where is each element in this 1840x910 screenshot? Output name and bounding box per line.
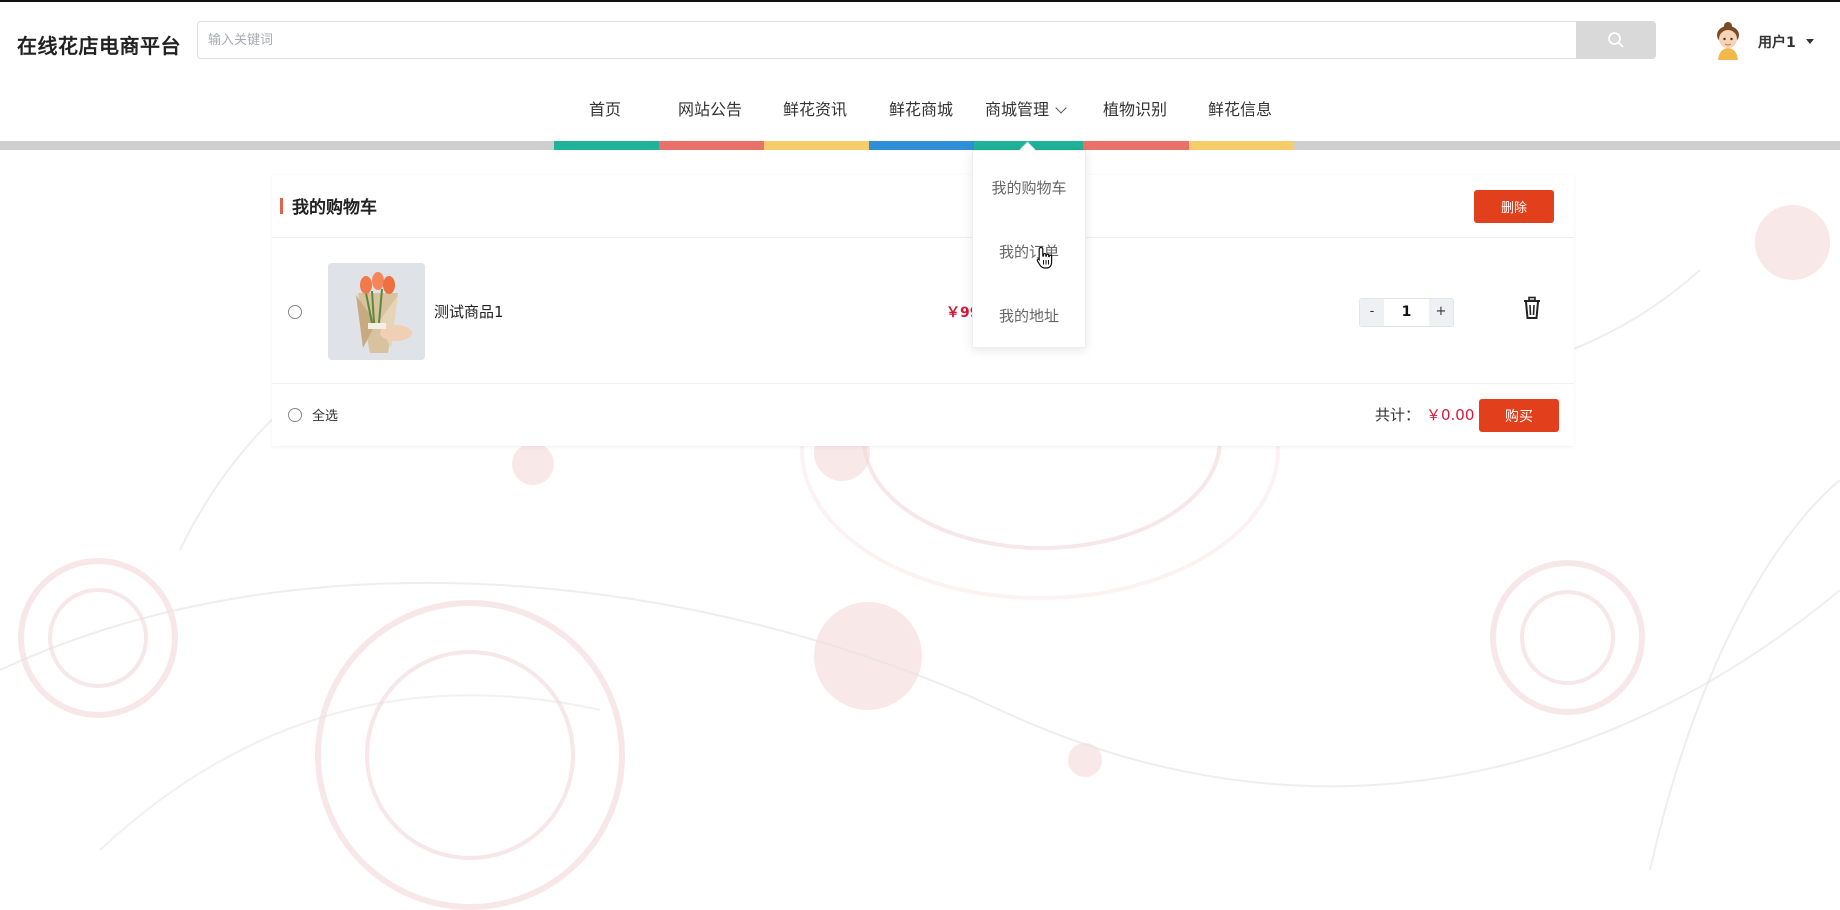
chevron-down-icon (1055, 102, 1067, 114)
search-icon (1608, 32, 1624, 48)
cart-footer: 全选 共计： ￥0.00 购买 (272, 384, 1574, 446)
nav-item-flower-mall[interactable]: 鲜花商城 (889, 96, 953, 120)
search-button[interactable] (1576, 21, 1656, 59)
total-value: ￥0.00 (1426, 406, 1475, 424)
quantity-stepper: - 1 + (1359, 298, 1454, 327)
caret-down-icon[interactable] (1806, 39, 1814, 44)
trash-icon[interactable] (1521, 296, 1543, 320)
total-label: 共计： (1375, 406, 1421, 424)
nav-stripe-4 (869, 141, 974, 150)
cart-panel: 我的购物车 删除 测试商品1 ￥99 - 1 + 全选 共计： ￥0.00 购买 (272, 175, 1574, 446)
dropdown-item-my-cart[interactable]: 我的购物车 (973, 177, 1085, 198)
mall-management-dropdown: 我的购物车 我的订单 我的地址 (972, 150, 1086, 348)
search-input[interactable] (198, 22, 1576, 58)
nav-stripe-1 (554, 141, 659, 150)
cartoon-avatar-icon[interactable] (1710, 20, 1746, 60)
buy-button[interactable]: 购买 (1479, 399, 1559, 432)
hand-pointer-cursor-icon (1036, 246, 1053, 269)
nav-item-plant-recognition[interactable]: 植物识别 (1103, 96, 1167, 120)
product-name[interactable]: 测试商品1 (434, 301, 504, 322)
dropdown-item-my-orders[interactable]: 我的订单 (973, 241, 1085, 262)
select-all-radio[interactable] (288, 408, 302, 422)
select-all-label[interactable]: 全选 (312, 405, 338, 424)
nav-item-announcements[interactable]: 网站公告 (678, 96, 742, 120)
delete-button[interactable]: 删除 (1474, 190, 1554, 223)
cart-title: 我的购物车 (292, 198, 377, 218)
nav-item-flower-info[interactable]: 鲜花信息 (1208, 96, 1272, 120)
nav-item-mall-management-label: 商城管理 (985, 100, 1050, 119)
qty-decrease-button[interactable]: - (1360, 299, 1384, 326)
flower-bouquet-image (328, 263, 425, 360)
item-select-radio[interactable] (288, 305, 302, 319)
nav-item-home[interactable]: 首页 (589, 96, 621, 120)
search-box (197, 21, 1656, 59)
nav-stripe-6 (1083, 141, 1189, 150)
qty-value[interactable]: 1 (1384, 299, 1429, 326)
user-name[interactable]: 用户1 (1758, 32, 1796, 52)
cart-header: 我的购物车 删除 (272, 175, 1574, 238)
dropdown-item-my-address[interactable]: 我的地址 (973, 305, 1085, 326)
nav-stripe-3 (764, 141, 869, 150)
product-image[interactable] (328, 263, 425, 360)
cart-item-row: 测试商品1 ￥99 - 1 + (272, 238, 1574, 384)
nav-stripe-2 (659, 141, 764, 150)
title-accent-bar (280, 198, 283, 214)
main-nav: 首页 网站公告 鲜花资讯 鲜花商城 商城管理 植物识别 鲜花信息 (0, 96, 1840, 126)
qty-increase-button[interactable]: + (1429, 299, 1453, 326)
nav-item-flower-news[interactable]: 鲜花资讯 (783, 96, 847, 120)
nav-stripe-7 (1189, 141, 1293, 150)
nav-item-mall-management[interactable]: 商城管理 (985, 96, 1067, 120)
site-title[interactable]: 在线花店电商平台 (17, 30, 181, 59)
